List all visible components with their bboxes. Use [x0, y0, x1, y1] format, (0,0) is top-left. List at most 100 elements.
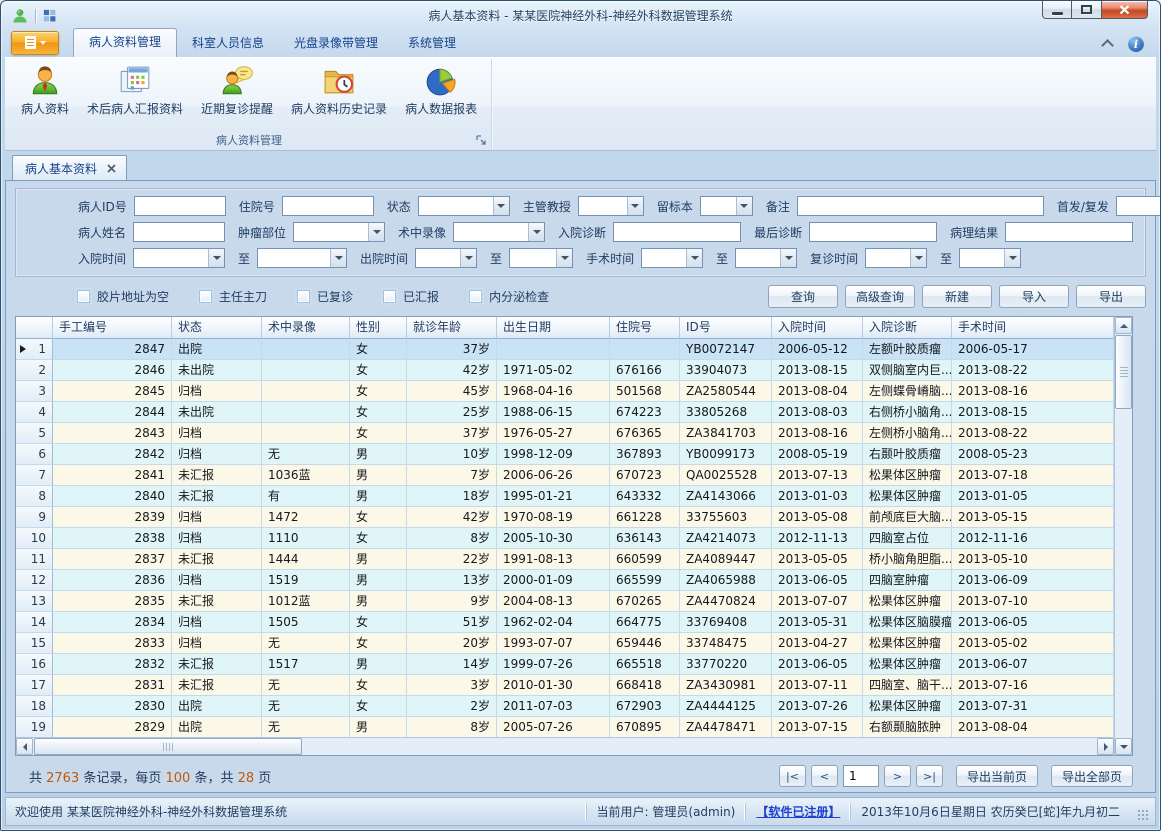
checkbox-field-endocrine-exam[interactable]: 内分泌检查 [469, 288, 549, 305]
table-cell-admission-number[interactable]: 670265 [610, 591, 680, 612]
table-cell-admission-date[interactable]: 2013-06-05 [772, 654, 863, 675]
table-cell-gender[interactable]: 男 [350, 444, 407, 465]
dropdown-arrow-icon[interactable] [330, 249, 346, 267]
table-cell-manual-number[interactable]: 2838 [53, 528, 172, 549]
table-cell-age-at-visit[interactable]: 18岁 [407, 486, 497, 507]
table-cell-age-at-visit[interactable]: 25岁 [407, 402, 497, 423]
table-cell-age-at-visit[interactable]: 37岁 [407, 423, 497, 444]
table-cell-admission-date[interactable]: 2013-07-13 [772, 465, 863, 486]
table-cell-status[interactable]: 归档 [172, 423, 262, 444]
row-header-cell[interactable]: 5 [16, 423, 53, 444]
table-cell-admission-number[interactable]: 670723 [610, 465, 680, 486]
dropdown-arrow-icon[interactable] [368, 223, 384, 241]
table-cell-age-at-visit[interactable]: 13岁 [407, 570, 497, 591]
vertical-scroll-track[interactable] [1115, 334, 1132, 738]
status-combo[interactable] [418, 196, 510, 216]
table-cell-age-at-visit[interactable]: 14岁 [407, 654, 497, 675]
table-cell-admission-diagnosis[interactable]: 左侧桥小脑角... [863, 423, 952, 444]
table-cell-id-number[interactable]: QA0025528 [680, 465, 772, 486]
history-records-button[interactable]: 病人资料历史记录 [282, 62, 396, 119]
table-cell-admission-number[interactable]: 674223 [610, 402, 680, 423]
table-cell-manual-number[interactable]: 2833 [53, 633, 172, 654]
close-button[interactable] [1102, 1, 1148, 19]
column-header-admission-date[interactable]: 入院时间 [772, 317, 863, 339]
maximize-button[interactable] [1072, 1, 1102, 19]
table-cell-gender[interactable]: 女 [350, 612, 407, 633]
table-row[interactable]: 192829出院无男8岁2005-07-26670895ZA4478471201… [16, 717, 1114, 737]
table-cell-admission-date[interactable]: 2013-07-26 [772, 696, 863, 717]
table-cell-admission-number[interactable]: 659446 [610, 633, 680, 654]
table-cell-birth-date[interactable]: 1998-12-09 [497, 444, 610, 465]
table-cell-manual-number[interactable]: 2834 [53, 612, 172, 633]
table-cell-admission-date[interactable]: 2013-05-31 [772, 612, 863, 633]
table-cell-admission-date[interactable]: 2013-07-15 [772, 717, 863, 737]
admission-diagnosis-input[interactable] [613, 222, 741, 242]
dropdown-arrow-icon[interactable] [556, 249, 572, 267]
table-cell-id-number[interactable]: YB0072147 [680, 339, 772, 360]
table-row[interactable]: 142834归档1505女51岁1962-02-0466477533769408… [16, 612, 1114, 633]
checkbox[interactable] [297, 290, 310, 303]
document-tab-patient-basic-info[interactable]: 病人基本资料 [12, 155, 127, 180]
resize-grip[interactable] [1136, 808, 1149, 821]
row-header-cell[interactable]: 19 [16, 717, 53, 737]
table-cell-gender[interactable]: 男 [350, 570, 407, 591]
table-cell-admission-diagnosis[interactable]: 双侧脑室内巨... [863, 360, 952, 381]
table-cell-manual-number[interactable]: 2829 [53, 717, 172, 737]
checkbox[interactable] [77, 290, 90, 303]
checkbox-field-revisited[interactable]: 已复诊 [297, 288, 353, 305]
dropdown-arrow-icon[interactable] [460, 249, 476, 267]
table-cell-manual-number[interactable]: 2846 [53, 360, 172, 381]
table-cell-id-number[interactable]: ZA2580544 [680, 381, 772, 402]
advanced-query-button[interactable]: 高级查询 [845, 285, 915, 308]
table-cell-admission-diagnosis[interactable]: 松果体区肿瘤 [863, 654, 952, 675]
horizontal-scroll-thumb[interactable] [34, 738, 302, 755]
table-cell-age-at-visit[interactable]: 45岁 [407, 381, 497, 402]
collapse-ribbon-icon[interactable] [1101, 39, 1114, 52]
table-cell-intraop-video[interactable] [262, 402, 350, 423]
horizontal-scrollbar[interactable] [16, 737, 1114, 755]
table-cell-intraop-video[interactable]: 1444 [262, 549, 350, 570]
table-cell-intraop-video[interactable] [262, 339, 350, 360]
table-cell-surgery-date[interactable]: 2013-08-22 [952, 423, 1114, 444]
column-header-surgery-date[interactable]: 手术时间 [952, 317, 1114, 339]
scroll-up-icon[interactable] [1115, 317, 1132, 334]
table-cell-id-number[interactable]: ZA4065988 [680, 570, 772, 591]
export-all-pages-button[interactable]: 导出全部页 [1051, 765, 1133, 787]
table-cell-status[interactable]: 未汇报 [172, 591, 262, 612]
table-cell-intraop-video[interactable]: 无 [262, 696, 350, 717]
table-row[interactable]: 62842归档无男10岁1998-12-09367893YB0099173200… [16, 444, 1114, 465]
dropdown-arrow-icon[interactable] [528, 223, 544, 241]
table-cell-surgery-date[interactable]: 2013-05-02 [952, 633, 1114, 654]
next-page-button[interactable]: > [884, 765, 911, 787]
app-logo-icon[interactable] [11, 7, 29, 25]
table-cell-birth-date[interactable]: 2006-06-26 [497, 465, 610, 486]
table-cell-admission-date[interactable]: 2013-07-07 [772, 591, 863, 612]
table-cell-id-number[interactable]: 33755603 [680, 507, 772, 528]
table-cell-admission-diagnosis[interactable]: 四脑室占位 [863, 528, 952, 549]
table-row[interactable]: 102838归档1110女8岁2005-10-30636143ZA4214073… [16, 528, 1114, 549]
dropdown-arrow-icon[interactable] [686, 249, 702, 267]
table-cell-intraop-video[interactable]: 1505 [262, 612, 350, 633]
table-cell-id-number[interactable]: 33769408 [680, 612, 772, 633]
table-cell-manual-number[interactable]: 2832 [53, 654, 172, 675]
ribbon-tab-system-management[interactable]: 系统管理 [393, 29, 471, 57]
export-current-page-button[interactable]: 导出当前页 [956, 765, 1038, 787]
table-cell-surgery-date[interactable]: 2013-05-10 [952, 549, 1114, 570]
table-cell-birth-date[interactable]: 1988-06-15 [497, 402, 610, 423]
table-row[interactable]: 42844未出院女25岁1988-06-15674223338052682013… [16, 402, 1114, 423]
row-header-cell[interactable]: 12 [16, 570, 53, 591]
table-cell-birth-date[interactable]: 1968-04-16 [497, 381, 610, 402]
table-cell-id-number[interactable]: ZA4478471 [680, 717, 772, 737]
table-row[interactable]: 152833归档无女20岁1993-07-0765944633748475201… [16, 633, 1114, 654]
table-cell-birth-date[interactable]: 1995-01-21 [497, 486, 610, 507]
table-cell-intraop-video[interactable]: 1012蓝 [262, 591, 350, 612]
table-cell-admission-number[interactable]: 670895 [610, 717, 680, 737]
tab-close-icon[interactable] [107, 164, 116, 173]
table-cell-status[interactable]: 未出院 [172, 402, 262, 423]
revisit-reminder-button[interactable]: 近期复诊提醒 [192, 62, 282, 119]
table-cell-surgery-date[interactable]: 2013-08-22 [952, 360, 1114, 381]
table-cell-age-at-visit[interactable]: 51岁 [407, 612, 497, 633]
table-cell-birth-date[interactable]: 2005-10-30 [497, 528, 610, 549]
surgery-date-to-combo[interactable] [735, 248, 797, 268]
column-header-id-number[interactable]: ID号 [680, 317, 772, 339]
